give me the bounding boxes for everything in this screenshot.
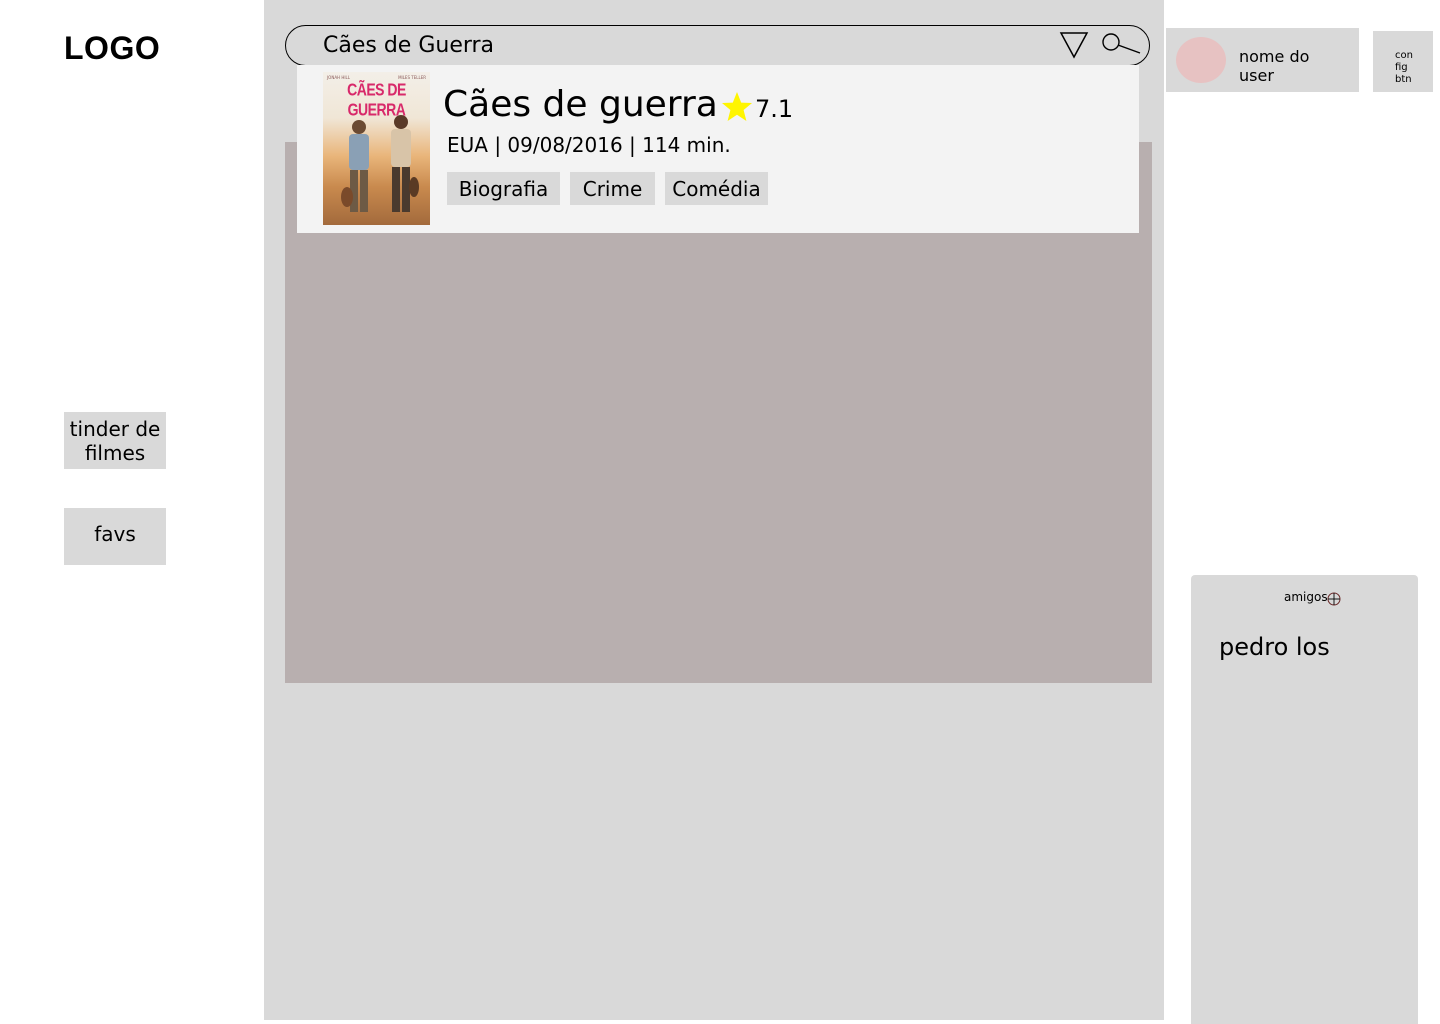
search-result-item[interactable]: JONAH HILL MILES TELLER CÃES DE GUERRA C…: [297, 65, 1139, 233]
poster-figure-left: [341, 120, 369, 212]
config-button-label: con fig btn: [1395, 50, 1413, 85]
favs-label: favs: [94, 522, 136, 546]
movie-meta: EUA | 09/08/2016 | 114 min.: [447, 133, 731, 157]
user-profile-card[interactable]: nome do user: [1166, 28, 1359, 92]
config-button[interactable]: con fig btn: [1373, 31, 1433, 92]
genre-tag[interactable]: Crime: [570, 172, 655, 205]
movie-poster[interactable]: JONAH HILL MILES TELLER CÃES DE GUERRA: [323, 72, 430, 225]
genre-tag[interactable]: Comédia: [665, 172, 768, 205]
tinder-de-filmes-label: tinder de filmes: [69, 416, 161, 465]
friends-title: amigos: [1284, 590, 1328, 604]
star-icon: [722, 92, 752, 121]
tinder-de-filmes-button[interactable]: tinder de filmes: [64, 412, 166, 469]
logo[interactable]: LOGO: [64, 30, 160, 67]
friends-panel: amigos pedro los: [1191, 575, 1418, 1024]
add-circle-icon[interactable]: [1327, 592, 1341, 606]
movie-rating: 7.1: [755, 95, 794, 123]
search-bar[interactable]: [285, 25, 1150, 66]
friend-item[interactable]: pedro los: [1219, 633, 1330, 661]
poster-figure-right: [391, 115, 419, 212]
user-name: nome do user: [1239, 47, 1310, 85]
favs-button[interactable]: favs: [64, 508, 166, 565]
filter-triangle-icon[interactable]: [1059, 31, 1089, 59]
movie-title[interactable]: Cães de guerra: [443, 83, 718, 127]
search-icon[interactable]: [1101, 32, 1143, 56]
avatar[interactable]: [1176, 37, 1226, 83]
search-input[interactable]: [323, 30, 1023, 60]
genre-tag[interactable]: Biografia: [447, 172, 560, 205]
